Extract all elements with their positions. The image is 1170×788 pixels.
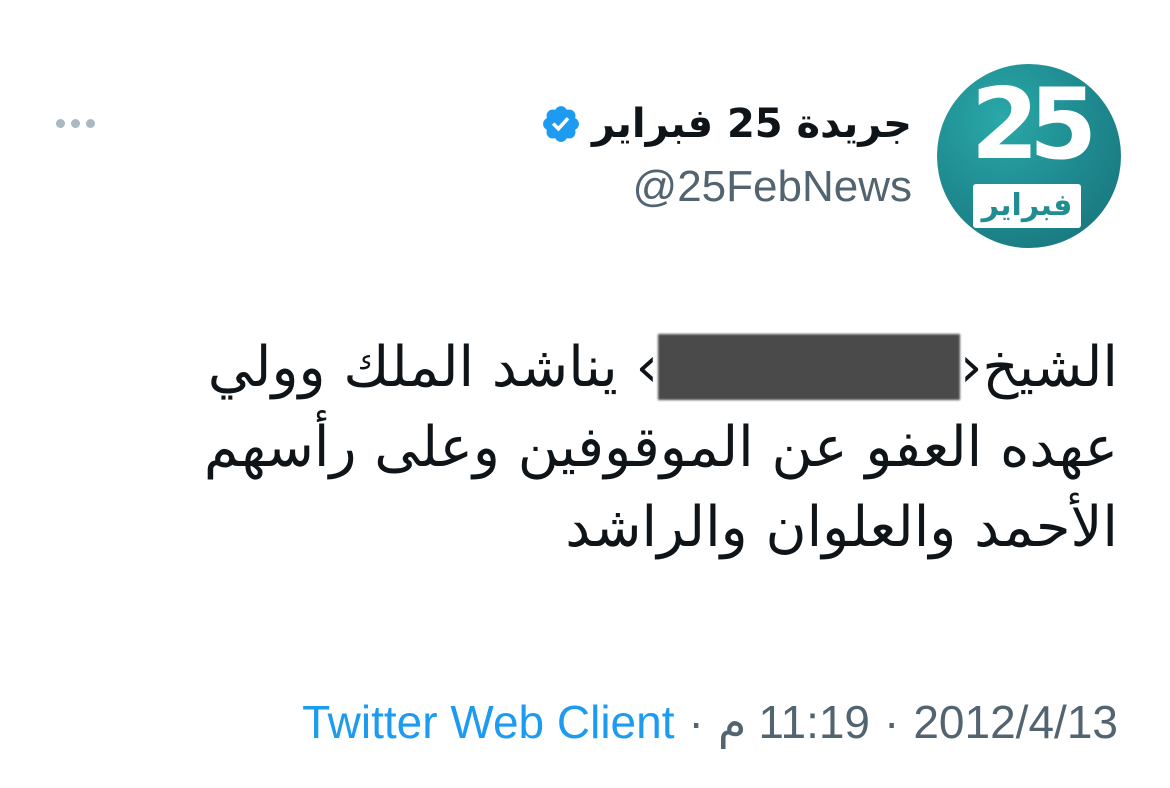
tweet-time-period: م [717,696,747,748]
meta-separator: · [688,696,704,748]
tweet[interactable]: 25 فبراير جريدة 25 فبراير @25FebNews الش… [0,0,1170,788]
more-options-button[interactable] [50,106,100,140]
verified-badge-icon [543,106,579,142]
tweet-text-part-1: الشيخ‹ [959,335,1118,400]
avatar-logo-label: فبراير [973,184,1081,228]
avatar[interactable]: 25 فبراير [937,64,1121,248]
display-name-link[interactable]: جريدة 25 فبراير [540,96,912,152]
more-dot [85,118,95,128]
meta-separator: · [884,696,900,748]
source-client-link[interactable]: Twitter Web Client [302,695,674,749]
more-dot [70,118,80,128]
handle[interactable]: @25FebNews [633,162,912,212]
more-horizontal-icon [55,118,65,128]
tweet-meta: 2012/4/13 · 11:19 م · Twitter Web Client [302,690,1118,754]
display-name: جريدة 25 فبراير [592,101,912,147]
tweet-time[interactable]: 11:19 [758,695,870,749]
tweet-text: الشيخ‹› يناشد الملك وولي عهده العفو عن ا… [78,328,1118,568]
redaction-block [657,334,960,400]
avatar-logo-number: 25 [970,68,1097,182]
tweet-date[interactable]: 2012/4/13 [913,695,1118,749]
